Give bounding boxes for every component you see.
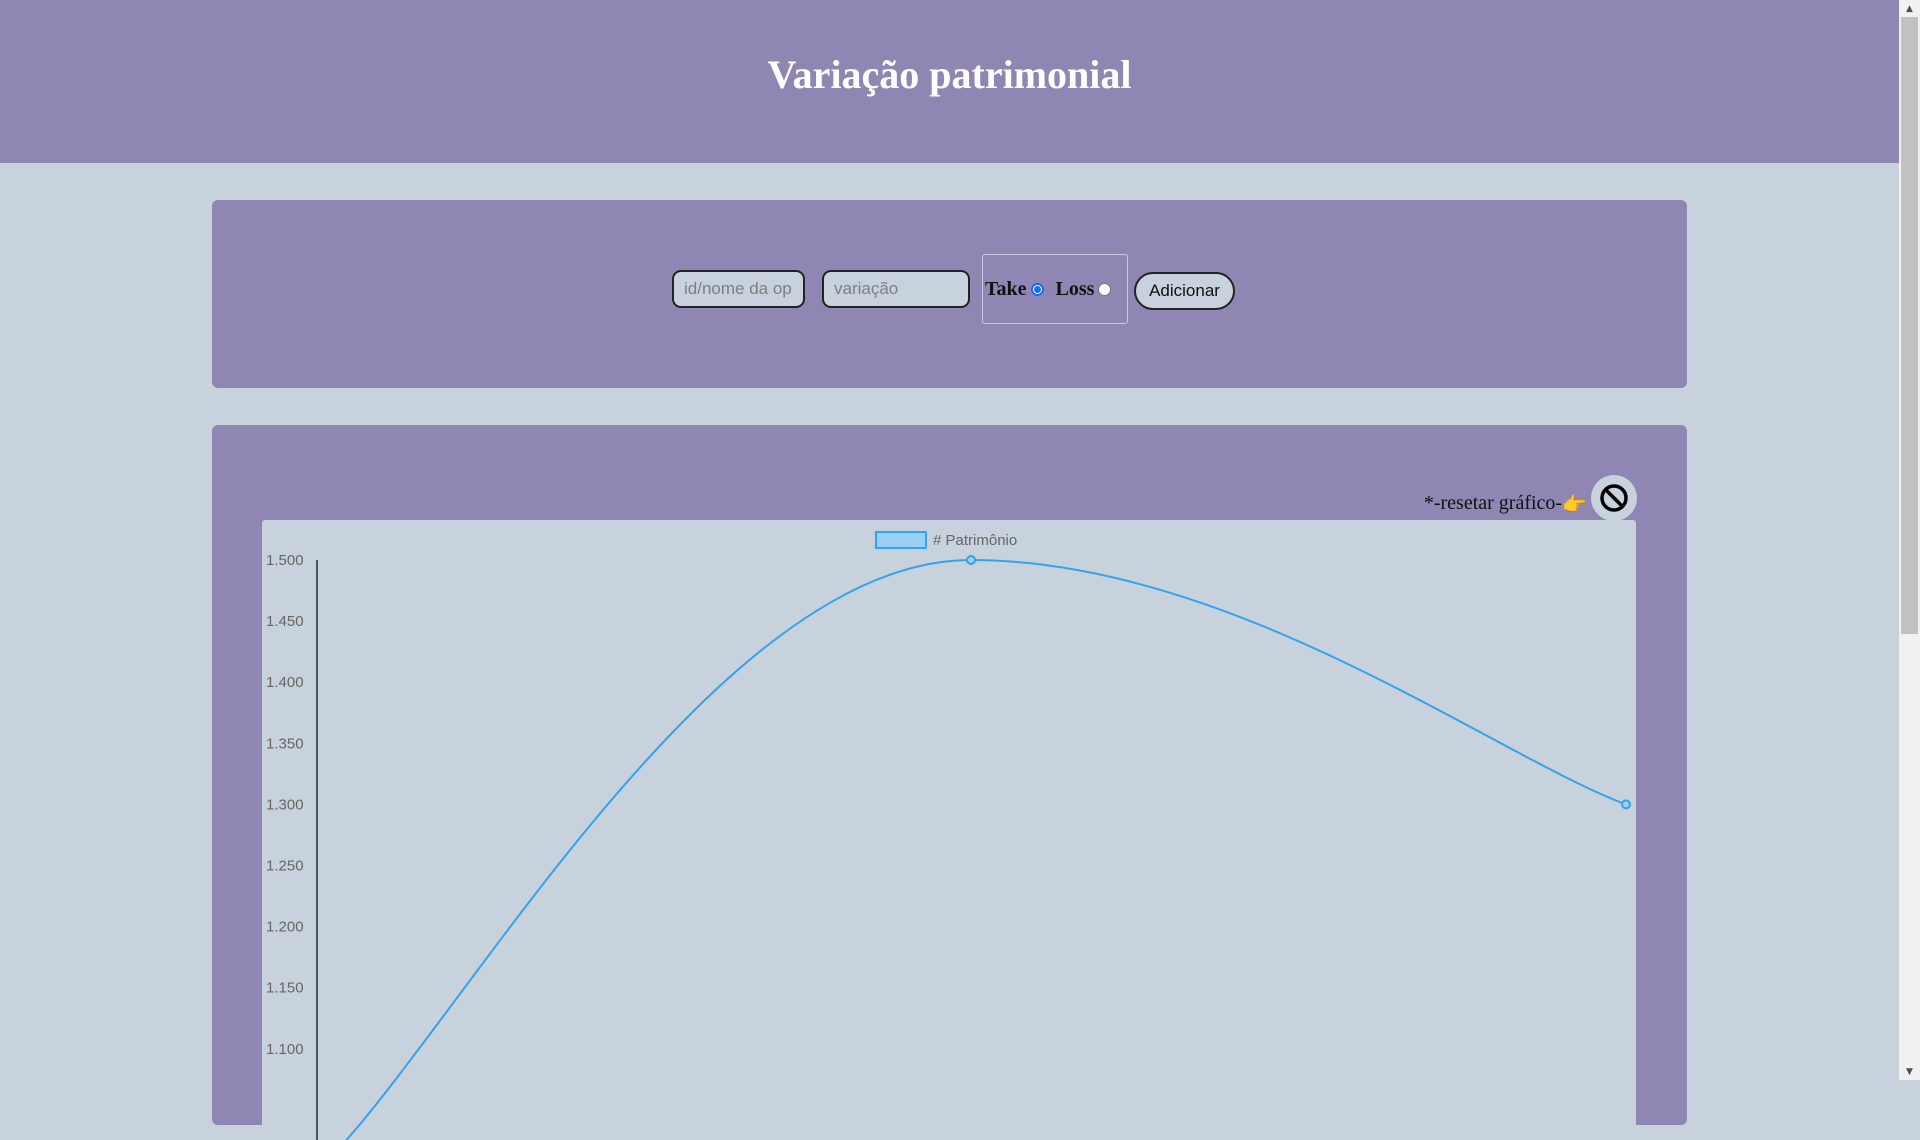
y-tick-label: 1.200 <box>266 919 304 936</box>
y-tick-label: 1.150 <box>266 980 304 997</box>
vertical-scrollbar[interactable]: ▲ ▼ <box>1899 0 1920 1080</box>
take-loss-group: Take Loss <box>982 254 1128 324</box>
y-tick-label: 1.450 <box>266 613 304 630</box>
add-button[interactable]: Adicionar <box>1134 272 1235 310</box>
data-point <box>966 555 976 565</box>
legend-label: # Patrimônio <box>933 532 1017 549</box>
operation-form-panel: Take Loss Adicionar <box>212 200 1687 388</box>
loss-label: Loss <box>1055 277 1095 300</box>
y-tick-label: 1.250 <box>266 858 304 875</box>
variation-input[interactable] <box>822 270 970 308</box>
y-tick-label: 1.300 <box>266 796 304 813</box>
page-header: Variação patrimonial <box>0 0 1899 163</box>
scroll-thumb[interactable] <box>1901 17 1918 634</box>
operation-name-input[interactable] <box>672 270 805 308</box>
y-tick-label: 1.500 <box>266 552 304 569</box>
reset-chart-label: *-resetar gráfico- <box>1423 491 1563 514</box>
chart-svg: # Patrimônio 1.500 1.450 1.400 1.350 1.300 1.2… <box>266 531 1631 1140</box>
take-radio[interactable] <box>1030 282 1044 296</box>
legend-swatch <box>875 531 927 549</box>
take-label: Take <box>985 277 1027 300</box>
y-tick-label: 1.400 <box>266 674 304 691</box>
y-tick-label: 1.100 <box>266 1041 304 1058</box>
prohibited-icon <box>1600 484 1628 512</box>
pointing-hand-icon: 👉 <box>1562 493 1587 516</box>
loss-radio[interactable] <box>1098 282 1112 296</box>
reset-chart-button[interactable] <box>1591 475 1637 521</box>
scroll-down-arrow-icon[interactable]: ▼ <box>1899 1063 1920 1080</box>
data-point <box>1621 799 1631 810</box>
y-tick-label: 1.350 <box>266 735 304 752</box>
series-line-patrimonio <box>345 558 1627 1140</box>
page-title: Variação patrimonial <box>767 52 1132 97</box>
reset-chart-row: *-resetar gráfico- 👉 <box>1424 475 1637 521</box>
scroll-up-arrow-icon[interactable]: ▲ <box>1899 0 1920 17</box>
line-chart: # Patrimônio 1.500 1.450 1.400 1.350 1.300 1.2… <box>262 520 1636 1140</box>
chart-panel: *-resetar gráfico- 👉 # Patrimônio 1.500 1.… <box>212 425 1687 1140</box>
